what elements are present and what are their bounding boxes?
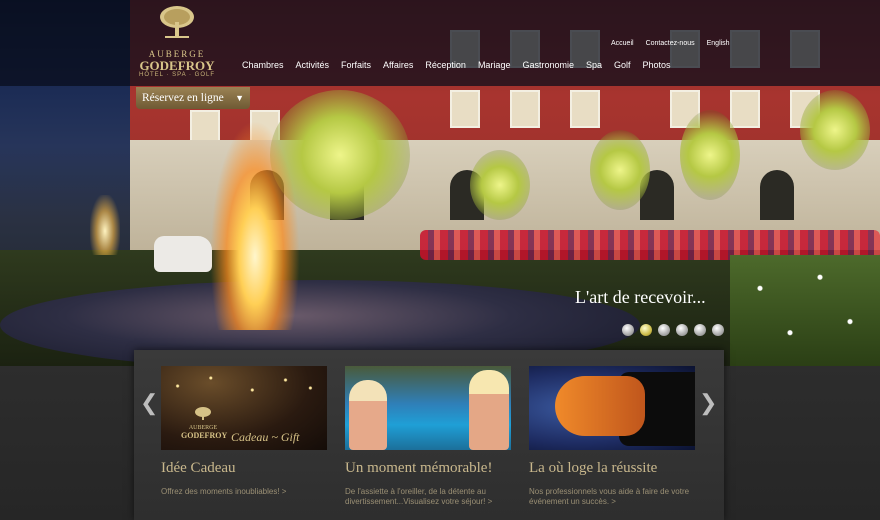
- tree-logo-icon: [195, 407, 211, 420]
- promo-card-moment[interactable]: Un moment mémorable! De l'assiette à l'o…: [345, 366, 511, 507]
- site-logo[interactable]: AUBERGE GODEFROY HÔTEL · SPA · GOLF: [132, 4, 222, 80]
- nav-photos[interactable]: Photos: [643, 60, 671, 70]
- gift-card-image: AUBERGE GODEFROY Cadeau ~ Gift: [161, 366, 327, 450]
- nav-contactez-nous[interactable]: Contactez-nous: [646, 40, 695, 47]
- slide-dot-4[interactable]: [676, 324, 688, 336]
- reserve-online-button[interactable]: Réservez en ligne ▼: [136, 87, 250, 109]
- carousel-prev-arrow-icon[interactable]: ❮: [140, 392, 158, 414]
- nav-forfaits[interactable]: Forfaits: [341, 60, 371, 70]
- card-description[interactable]: Nos professionnels vous aide à faire de …: [529, 487, 695, 507]
- slide-dot-1[interactable]: [622, 324, 634, 336]
- nav-spa[interactable]: Spa: [586, 60, 602, 70]
- slide-dot-5[interactable]: [694, 324, 706, 336]
- nav-gastronomie[interactable]: Gastronomie: [522, 60, 574, 70]
- nav-reception[interactable]: Réception: [425, 60, 466, 70]
- card-title[interactable]: Idée Cadeau: [161, 460, 327, 477]
- promo-card-gift[interactable]: AUBERGE GODEFROY Cadeau ~ Gift Idée Cade…: [161, 366, 327, 497]
- nav-affaires[interactable]: Affaires: [383, 60, 413, 70]
- nav-english[interactable]: English: [707, 40, 730, 47]
- nav-chambres[interactable]: Chambres: [242, 60, 284, 70]
- hero-slogan: L'art de recevoir...: [575, 287, 706, 307]
- handshake-image: [529, 366, 695, 450]
- promo-card-business[interactable]: La où loge la réussite Nos professionnel…: [529, 366, 695, 507]
- nav-mariage[interactable]: Mariage: [478, 60, 511, 70]
- thumb-logo-line2: GODEFROY: [181, 431, 228, 440]
- nav-activites[interactable]: Activités: [296, 60, 330, 70]
- utility-nav: Accueil Contactez-nous English: [611, 40, 730, 47]
- fountain: [210, 120, 300, 330]
- carousel-next-arrow-icon[interactable]: ❯: [699, 392, 717, 414]
- card-title[interactable]: La où loge la réussite: [529, 460, 695, 477]
- nav-golf[interactable]: Golf: [614, 60, 631, 70]
- slide-dot-6[interactable]: [712, 324, 724, 336]
- tree-logo-icon: [160, 6, 194, 38]
- slide-dot-2[interactable]: [640, 324, 652, 336]
- logo-line2: GODEFROY: [139, 58, 215, 73]
- pool-image: [345, 366, 511, 450]
- nav-accueil[interactable]: Accueil: [611, 40, 634, 47]
- gift-caption: Cadeau ~ Gift: [231, 430, 300, 444]
- slide-dot-3[interactable]: [658, 324, 670, 336]
- reserve-label: Réservez en ligne: [142, 92, 224, 104]
- slide-indicators: [622, 324, 724, 336]
- card-description[interactable]: Offrez des moments inoubliables! >: [161, 487, 327, 497]
- card-description[interactable]: De l'assiette à l'oreiller, de la détent…: [345, 487, 511, 507]
- card-title[interactable]: Un moment mémorable!: [345, 460, 511, 477]
- car: [154, 236, 212, 272]
- logo-tagline: HÔTEL · SPA · GOLF: [138, 72, 215, 78]
- main-nav: Chambres Activités Forfaits Affaires Réc…: [242, 60, 671, 70]
- chevron-down-icon: ▼: [235, 93, 244, 103]
